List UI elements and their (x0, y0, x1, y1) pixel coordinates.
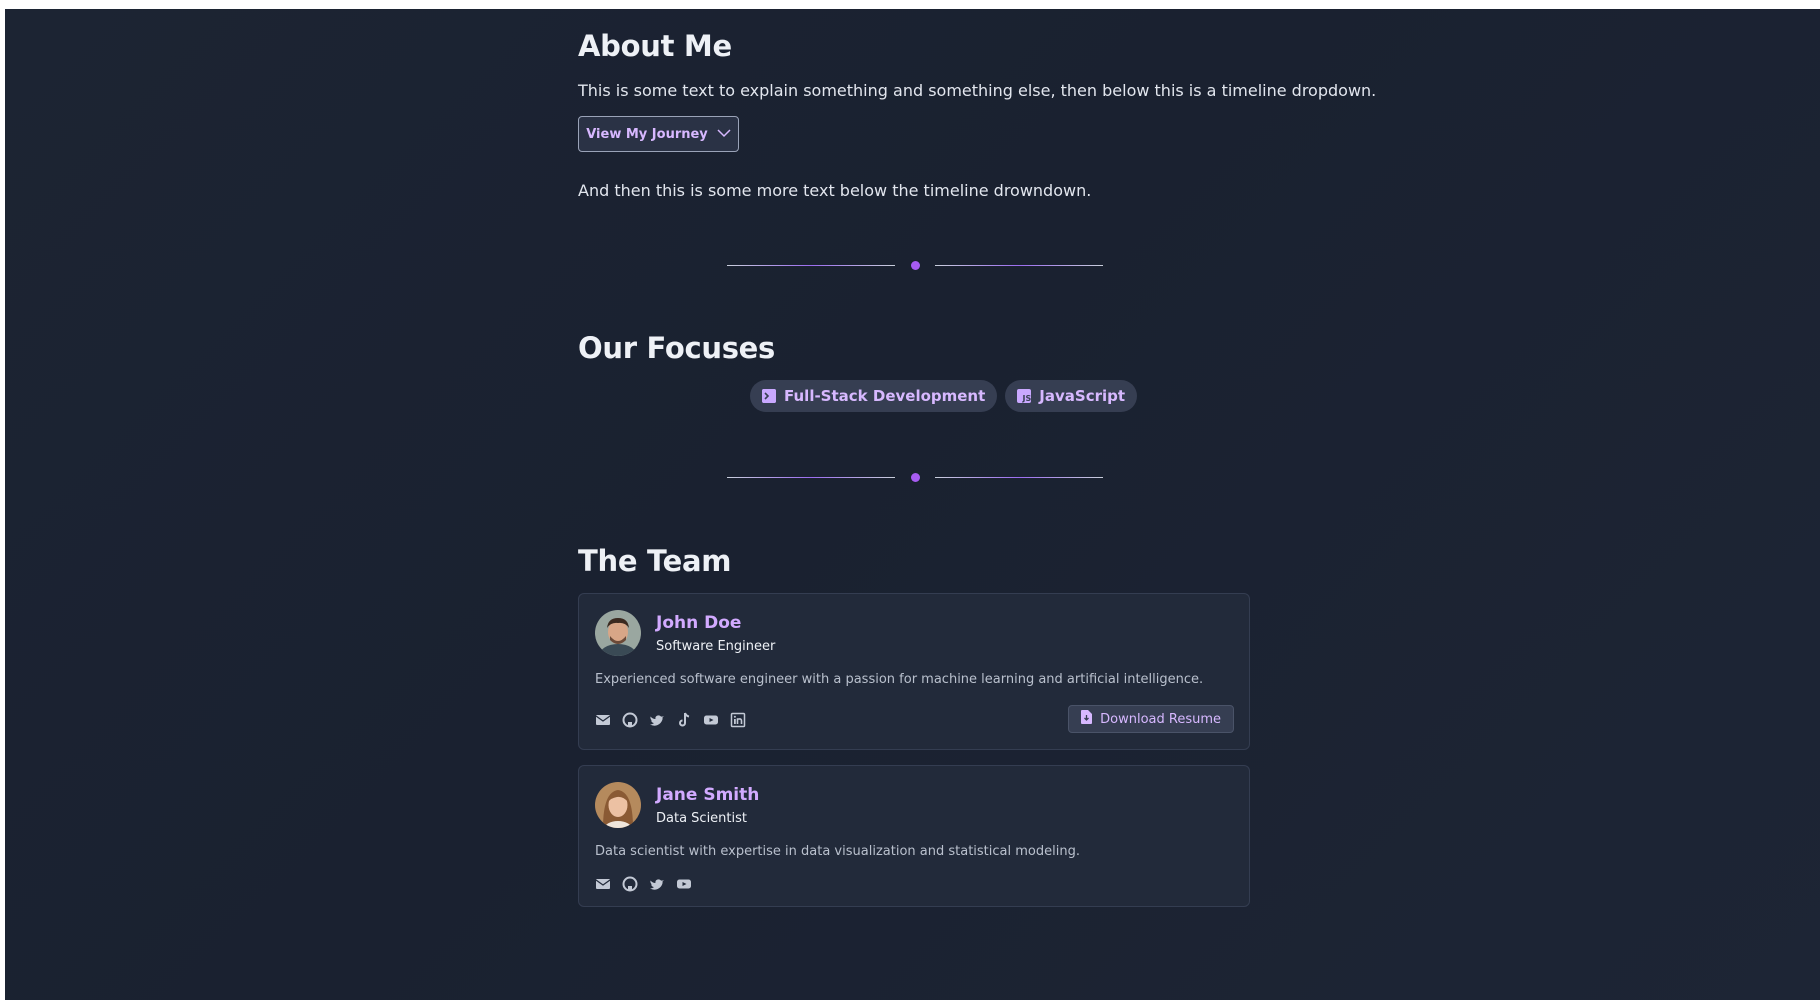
tiktok-icon[interactable] (676, 712, 692, 728)
focus-chip-javascript[interactable]: JS JavaScript (1005, 380, 1138, 412)
about-heading: About Me (578, 29, 732, 63)
download-resume-button[interactable]: Download Resume (1068, 705, 1234, 733)
page-background: About Me This is some text to explain so… (5, 9, 1820, 1000)
member-bio: Experienced software engineer with a pas… (595, 672, 1204, 687)
focus-chip-label: Full-Stack Development (784, 387, 986, 405)
youtube-icon[interactable] (703, 712, 719, 728)
social-links (595, 876, 692, 892)
divider-line-right (935, 265, 1103, 266)
about-outro-text: And then this is some more text below th… (578, 181, 1092, 200)
youtube-icon[interactable] (676, 876, 692, 892)
twitter-icon[interactable] (649, 876, 665, 892)
section-divider (727, 473, 1103, 483)
team-member-card: John Doe Software Engineer Experienced s… (578, 593, 1250, 750)
focuses-heading: Our Focuses (578, 331, 775, 365)
member-name: John Doe (656, 613, 742, 633)
avatar (595, 782, 641, 828)
member-role: Software Engineer (656, 639, 776, 654)
divider-dot (911, 473, 920, 482)
view-journey-label: View My Journey (586, 126, 708, 142)
team-member-card: Jane Smith Data Scientist Data scientist… (578, 765, 1250, 907)
member-bio: Data scientist with expertise in data vi… (595, 844, 1080, 859)
social-links (595, 712, 746, 728)
focus-chips: Full-Stack Development JS JavaScript (750, 380, 1138, 412)
javascript-icon: JS (1017, 389, 1032, 403)
about-intro-text: This is some text to explain something a… (578, 81, 1377, 100)
member-name: Jane Smith (656, 785, 760, 805)
chevron-down-icon (717, 127, 731, 142)
team-heading: The Team (578, 544, 732, 578)
divider-dot (911, 261, 920, 270)
focus-chip-fullstack[interactable]: Full-Stack Development (750, 380, 998, 412)
divider-line-left (727, 265, 895, 266)
avatar (595, 610, 641, 656)
twitter-icon[interactable] (649, 712, 665, 728)
email-icon[interactable] (595, 712, 611, 728)
focus-chip-label: JavaScript (1039, 387, 1126, 405)
divider-line-right (935, 477, 1103, 478)
section-divider (727, 261, 1103, 271)
file-download-icon (1081, 710, 1093, 728)
download-resume-label: Download Resume (1100, 711, 1221, 727)
view-journey-button[interactable]: View My Journey (578, 116, 739, 152)
email-icon[interactable] (595, 876, 611, 892)
github-icon[interactable] (622, 712, 638, 728)
divider-line-left (727, 477, 895, 478)
terminal-icon (762, 389, 776, 403)
member-role: Data Scientist (656, 811, 747, 826)
github-icon[interactable] (622, 876, 638, 892)
linkedin-icon[interactable] (730, 712, 746, 728)
